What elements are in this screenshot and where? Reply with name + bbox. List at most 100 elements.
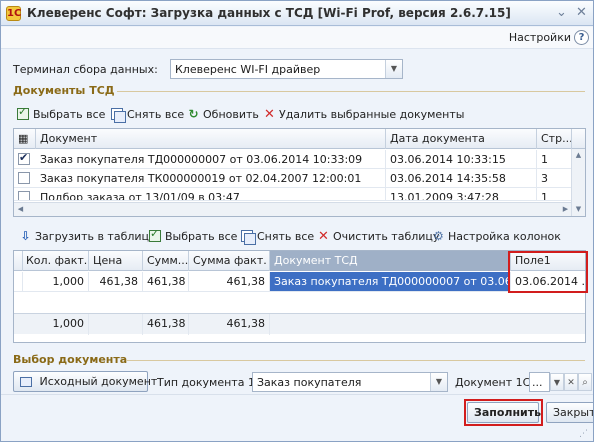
row-lines: 1 [537, 150, 572, 169]
column-sum-fact[interactable]: Сумма факт. [189, 251, 270, 271]
column-document[interactable]: Документ [36, 129, 386, 149]
vertical-scrollbar[interactable]: ▲ ▼ [571, 149, 585, 216]
source-document-label: Исходный документ [39, 375, 158, 388]
goods-deselect-all-button[interactable]: Снять все [241, 230, 315, 245]
goods-deselect-all-label: Снять все [257, 230, 315, 243]
uncheck-all-icon [241, 230, 256, 245]
table-row[interactable]: Заказ покупателя ТД000000007 от 03.06.20… [14, 150, 585, 169]
chevron-down-icon[interactable]: ▼ [430, 373, 447, 391]
column-tsd-document[interactable]: Документ ТСД [270, 251, 511, 271]
terminal-label: Терминал сбора данных: [13, 63, 158, 76]
delete-icon: ✕ [264, 107, 275, 122]
cell-qty[interactable]: 1,000 [22, 272, 89, 291]
column-lines[interactable]: Стр... [537, 129, 572, 149]
cell-sum[interactable]: 461,38 [143, 272, 189, 291]
row-date: 13.01.2009 3:47:28 [386, 188, 537, 200]
clear-table-button[interactable]: ✕ Очистить таблицу [317, 230, 439, 243]
document-icon [20, 377, 32, 387]
highlight-fill-button [464, 399, 543, 426]
app-logo-icon: 1С [6, 6, 22, 21]
table-row[interactable]: Подбор заказа от 13/01/09 в 03:47 13.01.… [14, 188, 585, 201]
goods-select-all-button[interactable]: Выбрать все [149, 227, 238, 243]
select-all-button[interactable]: Выбрать все [17, 105, 106, 121]
clear-icon: ✕ [318, 229, 329, 244]
load-icon: ⇩ [20, 229, 31, 243]
section-divider [117, 91, 585, 92]
row-date: 03.06.2014 10:33:15 [386, 150, 537, 169]
load-table-label: Загрузить в таблицу [35, 230, 156, 243]
window-title: Клеверенс Софт: Загрузка данных с ТСД [W… [27, 6, 511, 20]
scroll-up-icon[interactable]: ▲ [572, 149, 585, 162]
goods-table: Кол. факт. Цена Сумм... Сумма факт. Доку… [13, 250, 586, 343]
column-sum[interactable]: Сумм... [143, 251, 189, 271]
delete-selected-label: Удалить выбранные документы [279, 108, 465, 121]
row-checkbox[interactable] [18, 191, 30, 200]
check-all-icon [149, 227, 162, 243]
open-icon[interactable]: ✕ [564, 373, 578, 391]
cell-price[interactable]: 461,38 [89, 272, 143, 291]
clear-table-label: Очистить таблицу [333, 230, 440, 243]
deselect-all-button[interactable]: Снять все [111, 108, 185, 123]
close-icon[interactable]: ✕ [573, 5, 590, 22]
scroll-down-icon[interactable]: ▼ [572, 203, 585, 216]
total-sum: 461,38 [143, 314, 189, 335]
goods-table-header: Кол. факт. Цена Сумм... Сумма факт. Доку… [14, 251, 585, 271]
select-all-label: Выбрать все [33, 108, 106, 121]
horizontal-scrollbar[interactable]: ◀ ▶ [14, 202, 572, 216]
doc-1c-field[interactable]: ... [529, 372, 550, 392]
delete-selected-button[interactable]: ✕ Удалить выбранные документы [263, 108, 464, 121]
doc-type-label: Тип документа 1С: [157, 376, 267, 389]
column-settings-button[interactable]: ⚙ Настройка колонок [432, 230, 561, 244]
doc-1c-value: ... [532, 376, 543, 389]
highlight-field1-column [508, 251, 588, 293]
column-settings-label: Настройка колонок [448, 230, 561, 243]
refresh-label: Обновить [203, 108, 259, 121]
documents-table: ▦ Документ Дата документа Стр... Заказ п… [13, 128, 586, 217]
row-document: Заказ покупателя ТК000000019 от 02.04.20… [36, 169, 386, 188]
uncheck-all-icon [111, 108, 126, 123]
doc-type-select[interactable]: Заказ покупателя [252, 372, 448, 392]
title-bar: 1С Клеверенс Софт: Загрузка данных с ТСД… [1, 1, 593, 26]
cell-sum-fact[interactable]: 461,38 [189, 272, 270, 291]
terminal-select[interactable]: Клеверенс WI-FI драйвер [170, 59, 403, 79]
column-price[interactable]: Цена [89, 251, 143, 271]
section-divider [127, 360, 585, 361]
close-button[interactable]: Закрыть [546, 402, 593, 423]
total-qty: 1,000 [22, 314, 89, 335]
doc-choice-section-title: Выбор документа [13, 353, 128, 366]
doc-1c-label: Документ 1С: [455, 376, 535, 389]
documents-table-header: ▦ Документ Дата документа Стр... [14, 129, 585, 149]
columns-menu-icon[interactable]: ▦ [14, 129, 36, 149]
check-all-icon [17, 105, 30, 121]
cell-tsd-document[interactable]: Заказ покупателя ТД000000007 от 03.06.20… [270, 272, 511, 291]
terminal-value: Клеверенс WI-FI драйвер [175, 63, 321, 76]
settings-row: Настройки ? [1, 27, 593, 49]
total-sum-fact: 461,38 [189, 314, 270, 335]
settings-link[interactable]: Настройки [509, 31, 571, 44]
refresh-button[interactable]: ↻ Обновить [187, 107, 259, 122]
help-icon[interactable]: ? [574, 30, 589, 45]
row-checkbox[interactable] [18, 172, 30, 184]
row-date: 03.06.2014 14:35:58 [386, 169, 537, 188]
minimize-icon[interactable]: ⌄ [553, 5, 570, 22]
main-window: 1С Клеверенс Софт: Загрузка данных с ТСД… [0, 0, 594, 442]
row-lines: 3 [537, 169, 572, 188]
row-checkbox[interactable] [18, 151, 30, 165]
deselect-all-label: Снять все [127, 108, 185, 121]
column-date[interactable]: Дата документа [386, 129, 537, 149]
chevron-down-icon[interactable]: ▼ [385, 60, 402, 78]
doc-type-value: Заказ покупателя [257, 376, 362, 389]
load-table-button[interactable]: ⇩ Загрузить в таблицу [19, 229, 156, 244]
table-row[interactable]: Заказ покупателя ТК000000019 от 02.04.20… [14, 169, 585, 188]
resize-grip-icon[interactable]: ⋰ [579, 429, 591, 441]
search-icon[interactable]: ⌕ [578, 373, 592, 391]
column-qty[interactable]: Кол. факт. [22, 251, 89, 271]
table-row[interactable]: 1,000 461,38 461,38 461,38 Заказ покупат… [14, 272, 585, 292]
row-document: Подбор заказа от 13/01/09 в 03:47 [36, 188, 386, 200]
scroll-left-icon[interactable]: ◀ [14, 203, 27, 216]
goods-select-all-label: Выбрать все [165, 230, 238, 243]
row-lines: 1 [537, 188, 572, 200]
refresh-icon: ↻ [188, 107, 199, 121]
chevron-down-icon[interactable]: ▼ [550, 373, 564, 391]
source-document-button[interactable]: Исходный документ [13, 371, 157, 392]
